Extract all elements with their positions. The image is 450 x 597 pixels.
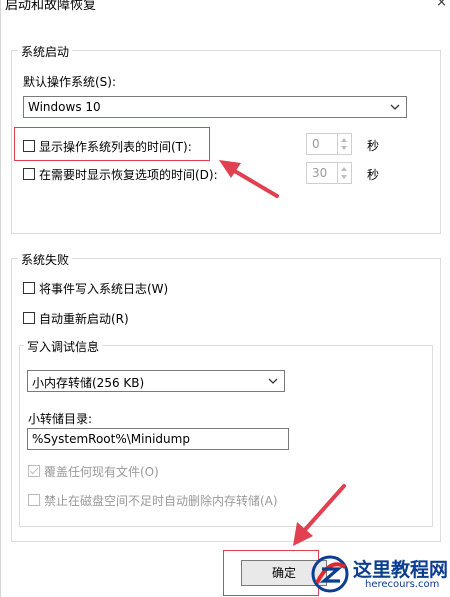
watermark: 这里教程网 herecours.com xyxy=(309,551,450,597)
annotation-arrow-icon xyxy=(219,160,346,546)
watermark-logo-icon xyxy=(311,555,349,593)
watermark-name: 这里教程网 xyxy=(353,559,449,581)
watermark-url: herecours.com xyxy=(365,579,440,590)
startup-recovery-dialog: 启动和故障恢复 × 系统启动 默认操作系统(S): Windows 10 显示操… xyxy=(0,0,450,597)
